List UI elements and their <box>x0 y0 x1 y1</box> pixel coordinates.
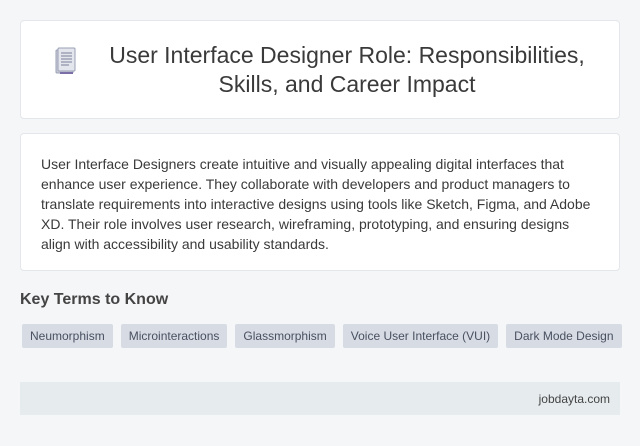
term-tag[interactable]: Neumorphism <box>22 324 113 348</box>
key-terms-list: Neumorphism Microinteractions Glassmorph… <box>22 324 622 348</box>
page: User Interface Designer Role: Responsibi… <box>0 0 640 446</box>
description-card: User Interface Designers create intuitiv… <box>20 133 620 271</box>
page-title: User Interface Designer Role: Responsibi… <box>109 41 585 97</box>
term-tag[interactable]: Microinteractions <box>120 324 228 348</box>
document-icon <box>48 45 82 79</box>
title-row: User Interface Designer Role: Responsibi… <box>40 41 600 99</box>
key-terms-heading: Key Terms to Know <box>20 291 169 308</box>
term-tag[interactable]: Voice User Interface (VUI) <box>342 324 499 348</box>
term-tag[interactable]: Glassmorphism <box>235 324 335 348</box>
description-text: User Interface Designers create intuitiv… <box>41 156 591 252</box>
title-card: User Interface Designer Role: Responsibi… <box>20 20 620 119</box>
site-link[interactable]: jobdayta.com <box>539 392 610 406</box>
footer: jobdayta.com <box>20 382 620 415</box>
term-tag[interactable]: Dark Mode Design <box>506 324 622 348</box>
